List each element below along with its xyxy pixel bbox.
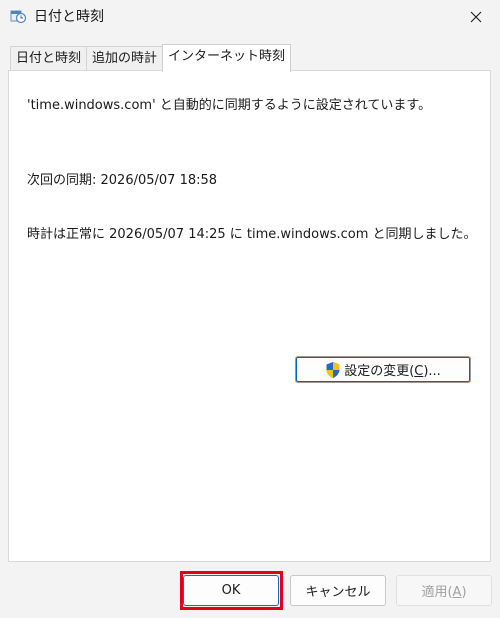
title-bar: 日付と時刻 bbox=[0, 0, 500, 34]
ok-button[interactable]: OK bbox=[183, 575, 279, 606]
apply-button[interactable]: 適用(A) bbox=[396, 575, 492, 606]
apply-label: 適用(A) bbox=[421, 585, 467, 600]
close-button[interactable] bbox=[456, 2, 496, 32]
date-time-dialog: 日付と時刻 日付と時刻 追加の時計 インターネット時刻 'time.window… bbox=[0, 0, 500, 618]
tab-strip: 日付と時刻 追加の時計 インターネット時刻 bbox=[10, 44, 292, 72]
change-settings-button[interactable]: 設定の変更(C)... bbox=[295, 356, 471, 383]
date-time-app-icon bbox=[10, 10, 26, 24]
window-title: 日付と時刻 bbox=[34, 9, 104, 25]
tab-internet-time[interactable]: インターネット時刻 bbox=[162, 44, 292, 72]
last-sync-text: 時計は正常に 2026/05/07 14:25 に time.windows.c… bbox=[27, 227, 477, 242]
tab-additional-clocks[interactable]: 追加の時計 bbox=[86, 46, 164, 71]
cancel-button[interactable]: キャンセル bbox=[290, 575, 386, 606]
close-icon bbox=[470, 11, 482, 23]
sync-config-message: 'time.windows.com' と自動的に同期するように設定されています。 bbox=[27, 98, 432, 113]
next-sync-text: 次回の同期: 2026/05/07 18:58 bbox=[27, 173, 218, 188]
tab-date-time[interactable]: 日付と時刻 bbox=[10, 46, 88, 71]
change-settings-label: 設定の変更(C)... bbox=[344, 364, 441, 379]
internet-time-panel: 'time.windows.com' と自動的に同期するように設定されています。… bbox=[8, 70, 491, 562]
uac-shield-icon bbox=[326, 361, 340, 378]
